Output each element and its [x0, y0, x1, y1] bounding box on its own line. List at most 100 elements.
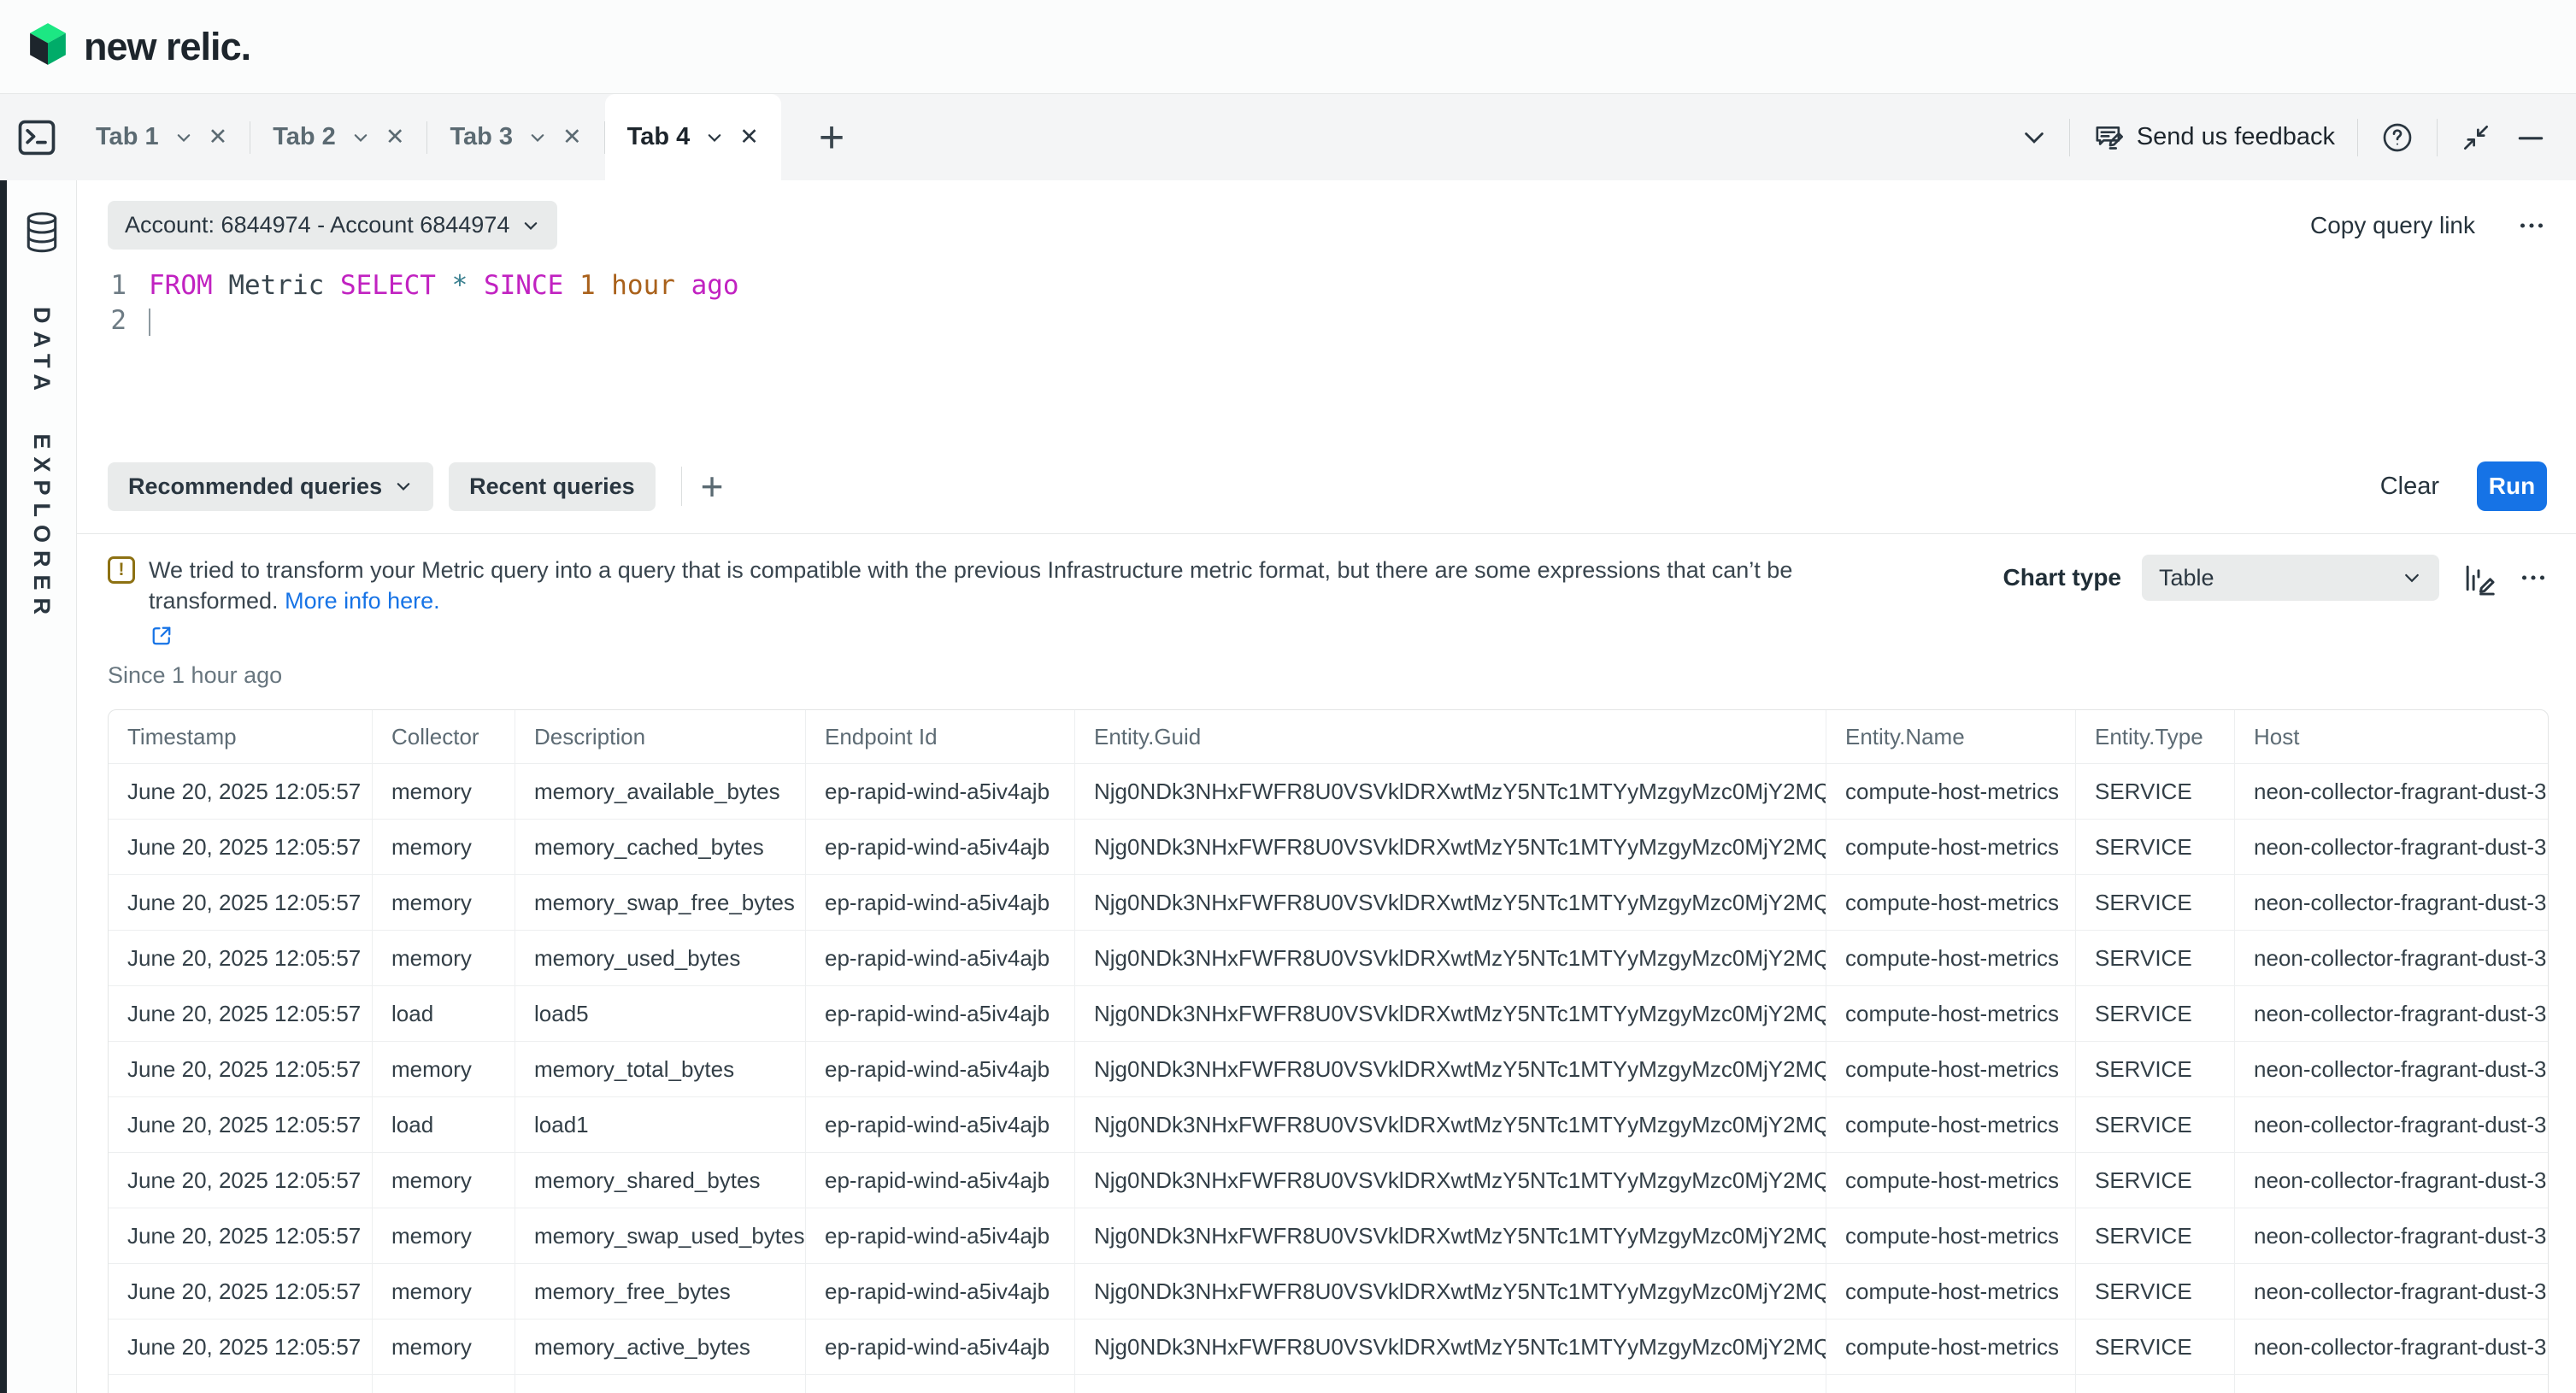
table-row: June 20, 2025 12:05:57memorymemory_activ…: [109, 1319, 2548, 1374]
column-header[interactable]: Endpoint Id: [805, 710, 1074, 763]
tab-list: Tab 1✕Tab 2✕Tab 3✕ Tab 4 ✕: [74, 94, 781, 180]
cell: Njg0NDk3NHxFWFR8U0VSVklDRXwtMzY5NTc1MTYy…: [1074, 1375, 1826, 1393]
cell: memory_used_bytes: [515, 931, 805, 985]
query-line-1: FROM Metric SELECT * SINCE 1 hour ago: [149, 268, 739, 303]
cell: Njg0NDk3NHxFWFR8U0VSVklDRXwtMzY5NTc1MTYy…: [1074, 1042, 1826, 1096]
cell: memory: [372, 1264, 515, 1319]
chart-type-select[interactable]: Table: [2142, 555, 2439, 601]
tab-tab-4[interactable]: Tab 4 ✕: [605, 94, 781, 180]
collapse-icon[interactable]: [2460, 121, 2492, 154]
close-icon[interactable]: ✕: [562, 126, 582, 149]
account-selector[interactable]: Account: 6844974 - Account 6844974: [108, 201, 557, 250]
cell: memory: [372, 1042, 515, 1096]
cell: neon-collector-fragrant-dust-3: [2234, 875, 2548, 930]
cell: SERVICE: [2075, 931, 2234, 985]
logo-text: new relic.: [84, 25, 250, 69]
divider: [681, 467, 682, 506]
chevron-down-icon[interactable]: [351, 128, 370, 147]
query-token: SINCE: [484, 270, 563, 301]
chevron-down-icon[interactable]: [528, 128, 547, 147]
recent-queries-button[interactable]: Recent queries: [449, 462, 656, 511]
cell: SERVICE: [2075, 1320, 2234, 1374]
app-window: new relic. Tab 1✕Tab 2✕Tab 3✕ Tab 4 ✕ +: [0, 0, 2576, 1393]
cell: compute-host-metrics: [1826, 764, 2075, 819]
cell: Njg0NDk3NHxFWFR8U0VSVklDRXwtMzY5NTc1MTYy…: [1074, 1208, 1826, 1263]
tab-bar: Tab 1✕Tab 2✕Tab 3✕ Tab 4 ✕ + Send us feedb…: [0, 94, 2576, 180]
column-header[interactable]: Host: [2234, 710, 2548, 763]
cell: memory: [372, 1153, 515, 1208]
column-header[interactable]: Description: [515, 710, 805, 763]
close-icon[interactable]: ✕: [209, 126, 228, 149]
recommended-queries-button[interactable]: Recommended queries: [108, 462, 433, 511]
data-explorer-sidebar: DATA EXPLORER: [7, 180, 77, 1393]
query-toolbar: Recommended queries Recent queries + Cle…: [108, 461, 2547, 511]
help-icon[interactable]: [2380, 120, 2414, 155]
send-feedback-button[interactable]: Send us feedback: [2092, 120, 2335, 155]
chevron-down-icon[interactable]: [174, 128, 193, 147]
cell: ep-rapid-wind-a5iv4ajb: [805, 1264, 1074, 1319]
results-section: ! We tried to transform your Metric quer…: [77, 534, 2576, 1393]
edit-chart-icon[interactable]: [2460, 559, 2497, 597]
query-token: ago: [691, 270, 739, 301]
chevron-down-icon[interactable]: [705, 128, 724, 147]
cell: compute-host-metrics: [1826, 1153, 2075, 1208]
tab-tab-2[interactable]: Tab 2✕: [250, 94, 426, 180]
more-options-icon[interactable]: [2518, 562, 2549, 593]
cell: ep-rapid-wind-a5iv4ajb: [805, 1208, 1074, 1263]
cell: SERVICE: [2075, 1153, 2234, 1208]
cell: Njg0NDk3NHxFWFR8U0VSVklDRXwtMzY5NTc1MTYy…: [1074, 986, 1826, 1041]
copy-query-link-button[interactable]: Copy query link: [2310, 212, 2475, 239]
cell: neon-collector-fragrant-dust-3: [2234, 1097, 2548, 1152]
cell: compute-host-metrics: [1826, 1264, 2075, 1319]
cell: SERVICE: [2075, 986, 2234, 1041]
new-relic-logo: new relic.: [26, 22, 250, 72]
left-edge-strip: [0, 180, 7, 1393]
tab-tab-1[interactable]: Tab 1✕: [74, 94, 250, 180]
run-button[interactable]: Run: [2477, 461, 2547, 511]
cell: SERVICE: [2075, 764, 2234, 819]
nrql-editor[interactable]: 1 2 FROM Metric SELECT * SINCE 1 hour ag…: [108, 268, 2576, 455]
tab-tab-3[interactable]: Tab 3✕: [427, 94, 603, 180]
more-info-link[interactable]: More info here.: [285, 588, 440, 614]
database-icon[interactable]: [22, 211, 62, 254]
divider: [2357, 119, 2358, 156]
cell: compute-host-metrics: [1826, 1097, 2075, 1152]
external-link-icon[interactable]: [149, 623, 174, 649]
divider: [2437, 119, 2438, 156]
minimize-icon[interactable]: [2514, 121, 2547, 154]
cell: compute-host-metrics: [1826, 931, 2075, 985]
close-icon[interactable]: ✕: [739, 126, 759, 149]
cell: compute-host-metrics: [1826, 820, 2075, 874]
transform-warning: ! We tried to transform your Metric quer…: [108, 555, 1868, 689]
cell: June 20, 2025 12:05:57: [109, 1375, 372, 1393]
sidebar-label-data-explorer[interactable]: DATA EXPLORER: [28, 307, 55, 622]
add-tab-button[interactable]: +: [810, 115, 853, 160]
add-query-button[interactable]: +: [701, 467, 724, 506]
query-line-2: [149, 303, 739, 338]
cell: neon-collector-fragrant-dust-3: [2234, 1042, 2548, 1096]
column-header[interactable]: Entity.Guid: [1074, 710, 1826, 763]
cell: SERVICE: [2075, 1097, 2234, 1152]
column-header[interactable]: Entity.Name: [1826, 710, 2075, 763]
table-row: June 20, 2025 12:05:57memorymemory_used_…: [109, 930, 2548, 985]
table-row: June 20, 2025 12:05:57loadload1ep-rapid-…: [109, 1096, 2548, 1152]
cell: ep-rapid-wind-a5iv4ajb: [805, 1042, 1074, 1096]
warning-icon: !: [108, 556, 135, 584]
column-header[interactable]: Timestamp: [109, 710, 372, 763]
close-icon[interactable]: ✕: [385, 126, 405, 149]
table-row: June 20, 2025 12:05:57memorymemory_share…: [109, 1152, 2548, 1208]
chevron-down-icon[interactable]: [2021, 125, 2047, 150]
cell: ep-rapid-wind-a5iv4ajb: [805, 931, 1074, 985]
cell: memory_shared_bytes: [515, 1153, 805, 1208]
column-header[interactable]: Entity.Type: [2075, 710, 2234, 763]
cell: neon-collector-fragrant-dust-3: [2234, 1153, 2548, 1208]
cell: SERVICE: [2075, 1264, 2234, 1319]
cell: compute-host-metrics: [1826, 1208, 2075, 1263]
clear-button[interactable]: Clear: [2380, 473, 2439, 501]
tab-label: Tab 4: [627, 123, 691, 151]
more-options-icon[interactable]: [2516, 210, 2547, 241]
query-console-icon[interactable]: [0, 115, 74, 160]
column-header[interactable]: Collector: [372, 710, 515, 763]
table-row: June 20, 2025 12:05:57memorymemory_swap_…: [109, 874, 2548, 930]
query-token: 1 hour: [563, 270, 691, 301]
